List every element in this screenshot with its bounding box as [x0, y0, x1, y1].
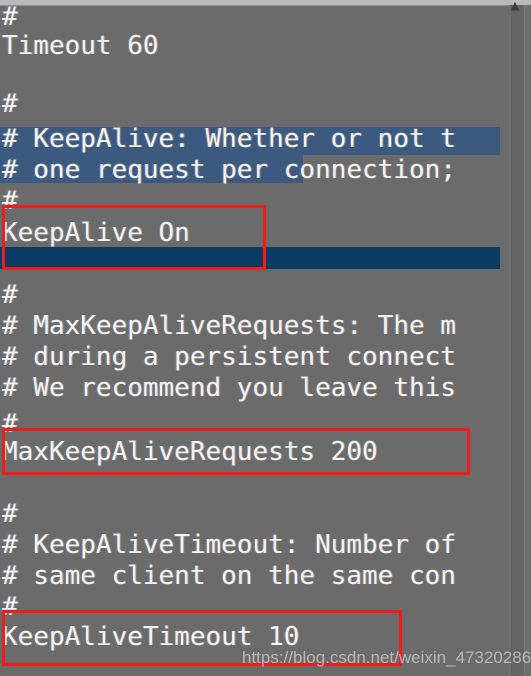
code-line[interactable]: # — [2, 2, 18, 32]
box-keepalive — [2, 205, 266, 270]
box-maxkeepaliverequests — [2, 428, 470, 475]
code-line[interactable]: # — [2, 280, 18, 310]
code-line[interactable]: # same client on the same con — [2, 561, 456, 591]
code-line[interactable]: # MaxKeepAliveRequests: The m — [2, 311, 456, 341]
screenshot-root: ▲ # Timeout 60 # # KeepAlive: Whether or no… — [0, 0, 531, 676]
watermark-text: https://blog.csdn.net/weixin_47320286 — [242, 648, 531, 667]
code-line[interactable]: # We recommend you leave this — [2, 373, 456, 403]
code-line[interactable]: # — [2, 89, 18, 119]
code-line[interactable]: Timeout 60 — [2, 31, 159, 61]
code-line[interactable]: # — [2, 499, 18, 529]
code-line[interactable]: # KeepAlive: Whether or not t — [2, 124, 456, 154]
code-line[interactable]: # during a persistent connect — [2, 342, 456, 372]
code-line[interactable]: # KeepAliveTimeout: Number of — [2, 530, 456, 560]
code-line[interactable]: # one request per connection; — [2, 155, 456, 185]
editor-text-area[interactable]: # Timeout 60 # # KeepAlive: Whether or not … — [0, 0, 531, 676]
